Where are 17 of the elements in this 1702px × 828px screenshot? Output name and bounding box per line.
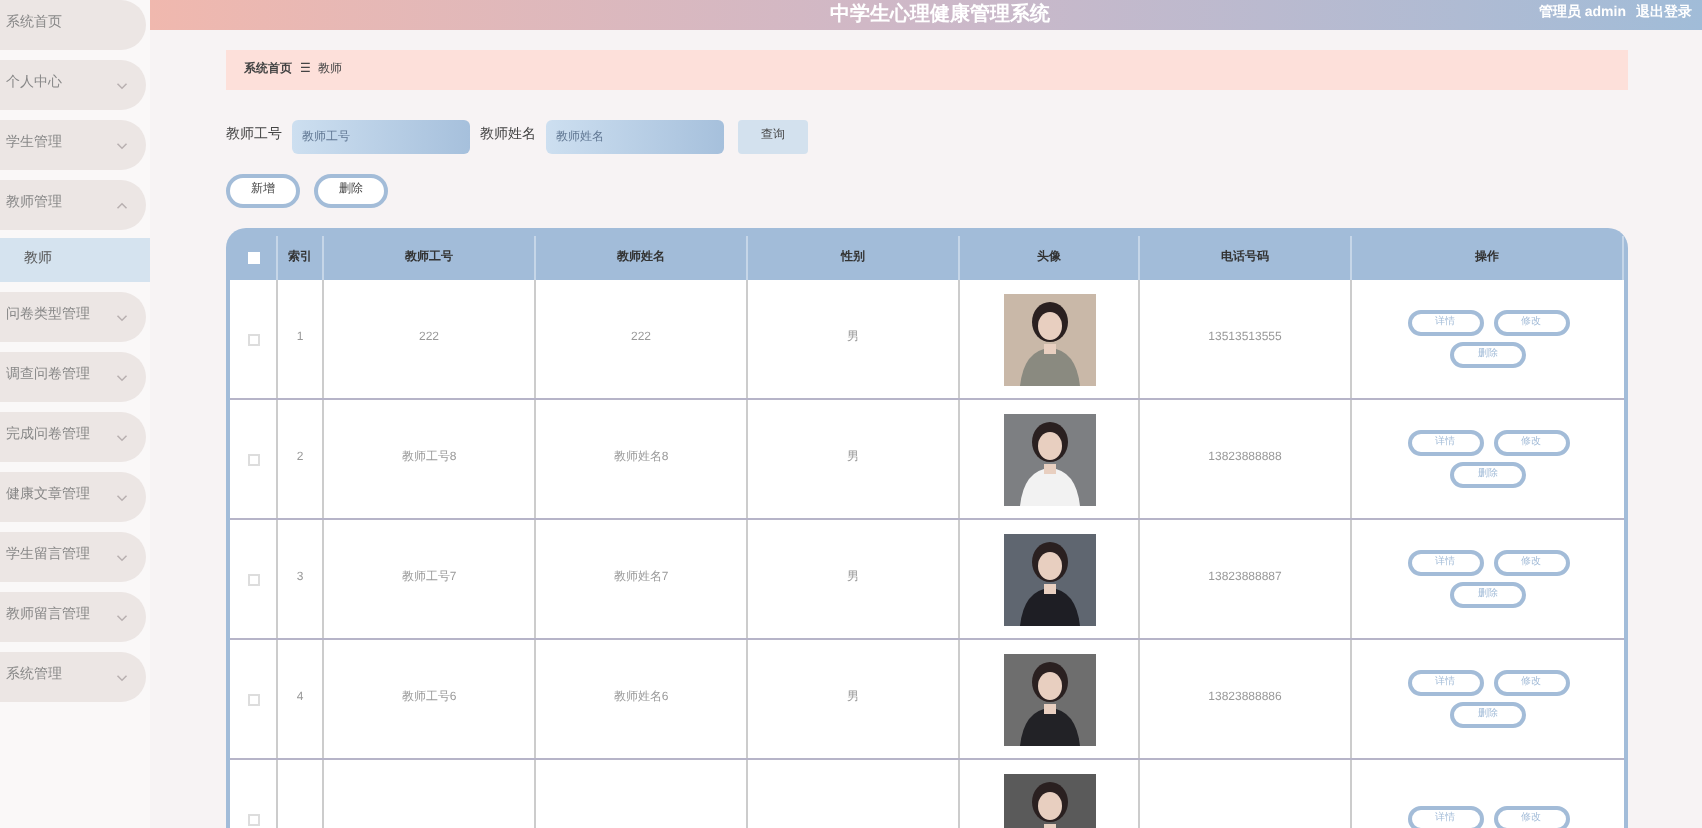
chevron-down-icon [116, 373, 128, 381]
chevron-down-icon [116, 673, 128, 681]
row-checkbox[interactable] [247, 333, 259, 345]
chevron-down-icon [116, 433, 128, 441]
chevron-down-icon [116, 553, 128, 561]
chevron-down-icon [116, 141, 128, 149]
row-checkbox[interactable] [247, 453, 259, 465]
row-checkbox[interactable] [247, 813, 259, 825]
system-title: 中学生心理健康管理系统 [830, 0, 1050, 30]
chevron-down-icon [116, 313, 128, 321]
chevron-down-icon [116, 81, 128, 89]
chevron-down-icon [116, 493, 128, 501]
chevron-down-icon [116, 613, 128, 621]
chevron-up-icon [116, 201, 128, 209]
select-all-checkbox[interactable] [247, 252, 259, 264]
row-checkbox[interactable] [247, 573, 259, 585]
row-checkbox[interactable] [247, 693, 259, 705]
